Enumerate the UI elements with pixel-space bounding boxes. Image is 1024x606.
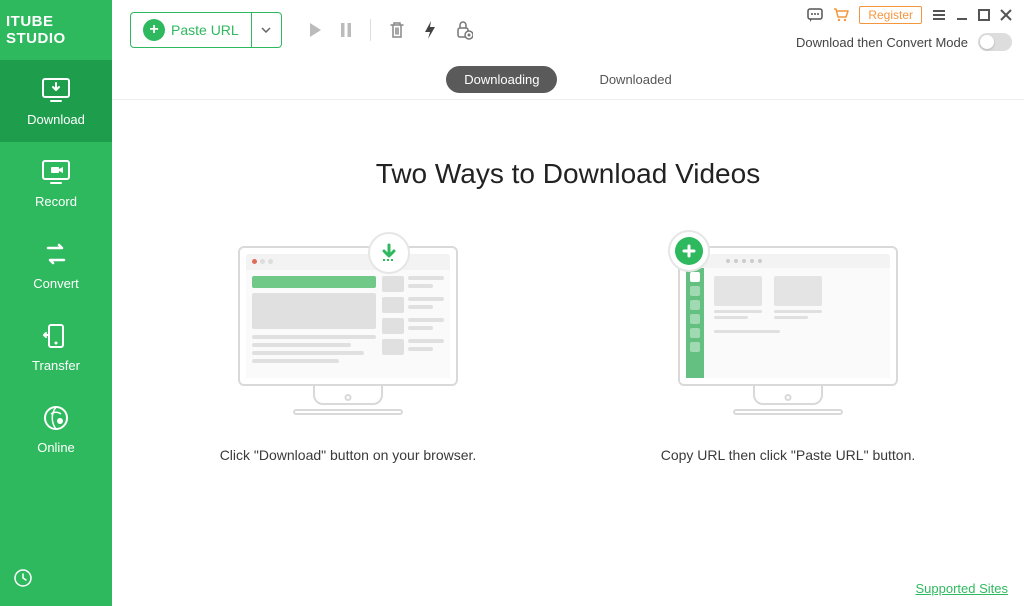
method-card-paste-url: Copy URL then click "Paste URL" button. (638, 246, 938, 466)
register-button[interactable]: Register (859, 6, 922, 24)
sidebar-item-label: Convert (33, 276, 79, 291)
pause-icon[interactable] (340, 22, 352, 38)
maximize-button[interactable] (978, 9, 990, 21)
sidebar-item-convert[interactable]: Convert (0, 224, 112, 306)
content-area: Two Ways to Download Videos (112, 100, 1024, 606)
sidebar: ITUBE STUDIO Download Record Convert (0, 0, 112, 606)
record-icon (36, 158, 76, 186)
convert-mode-toggle[interactable] (978, 33, 1012, 51)
titlebar: + Paste URL Register (112, 0, 1024, 60)
sidebar-item-download[interactable]: Download (0, 60, 112, 142)
method-caption: Click "Download" button on your browser. (220, 445, 477, 466)
online-icon (36, 404, 76, 432)
sidebar-item-record[interactable]: Record (0, 142, 112, 224)
minimize-button[interactable] (956, 9, 968, 21)
sidebar-item-label: Transfer (32, 358, 80, 373)
page-headline: Two Ways to Download Videos (376, 158, 760, 190)
sidebar-item-label: Record (35, 194, 77, 209)
menu-icon[interactable] (932, 9, 946, 21)
download-arrow-badge-icon (368, 232, 410, 274)
monitor-illustration (678, 246, 898, 415)
paste-url-label: Paste URL (171, 22, 239, 38)
trash-icon[interactable] (389, 21, 405, 39)
convert-icon (36, 240, 76, 268)
sidebar-item-label: Download (27, 112, 85, 127)
paste-url-button[interactable]: + Paste URL (131, 13, 251, 47)
sidebar-item-online[interactable]: Online (0, 388, 112, 470)
method-card-browser: Click "Download" button on your browser. (198, 246, 498, 466)
supported-sites-link[interactable]: Supported Sites (915, 581, 1008, 596)
sidebar-item-transfer[interactable]: Transfer (0, 306, 112, 388)
transfer-icon (36, 322, 76, 350)
tab-downloaded[interactable]: Downloaded (581, 66, 689, 93)
app-logo: ITUBE STUDIO (0, 0, 112, 60)
monitor-illustration (238, 246, 458, 415)
turbo-icon[interactable] (423, 20, 437, 40)
sidebar-item-label: Online (37, 440, 75, 455)
tabs: Downloading Downloaded (112, 60, 1024, 100)
feedback-icon[interactable] (807, 8, 823, 22)
schedule-icon[interactable] (14, 569, 32, 592)
close-button[interactable] (1000, 9, 1012, 21)
paste-url-button-group: + Paste URL (130, 12, 282, 48)
download-icon (36, 76, 76, 104)
plus-badge-icon (668, 230, 710, 272)
cart-icon[interactable] (833, 8, 849, 22)
method-caption: Copy URL then click "Paste URL" button. (661, 445, 916, 466)
tab-downloading[interactable]: Downloading (446, 66, 557, 93)
paste-url-dropdown[interactable] (251, 13, 281, 47)
plus-icon: + (143, 19, 165, 41)
play-icon[interactable] (308, 22, 322, 38)
convert-mode-label: Download then Convert Mode (796, 35, 968, 50)
separator (370, 19, 371, 41)
privacy-icon[interactable] (455, 20, 473, 40)
